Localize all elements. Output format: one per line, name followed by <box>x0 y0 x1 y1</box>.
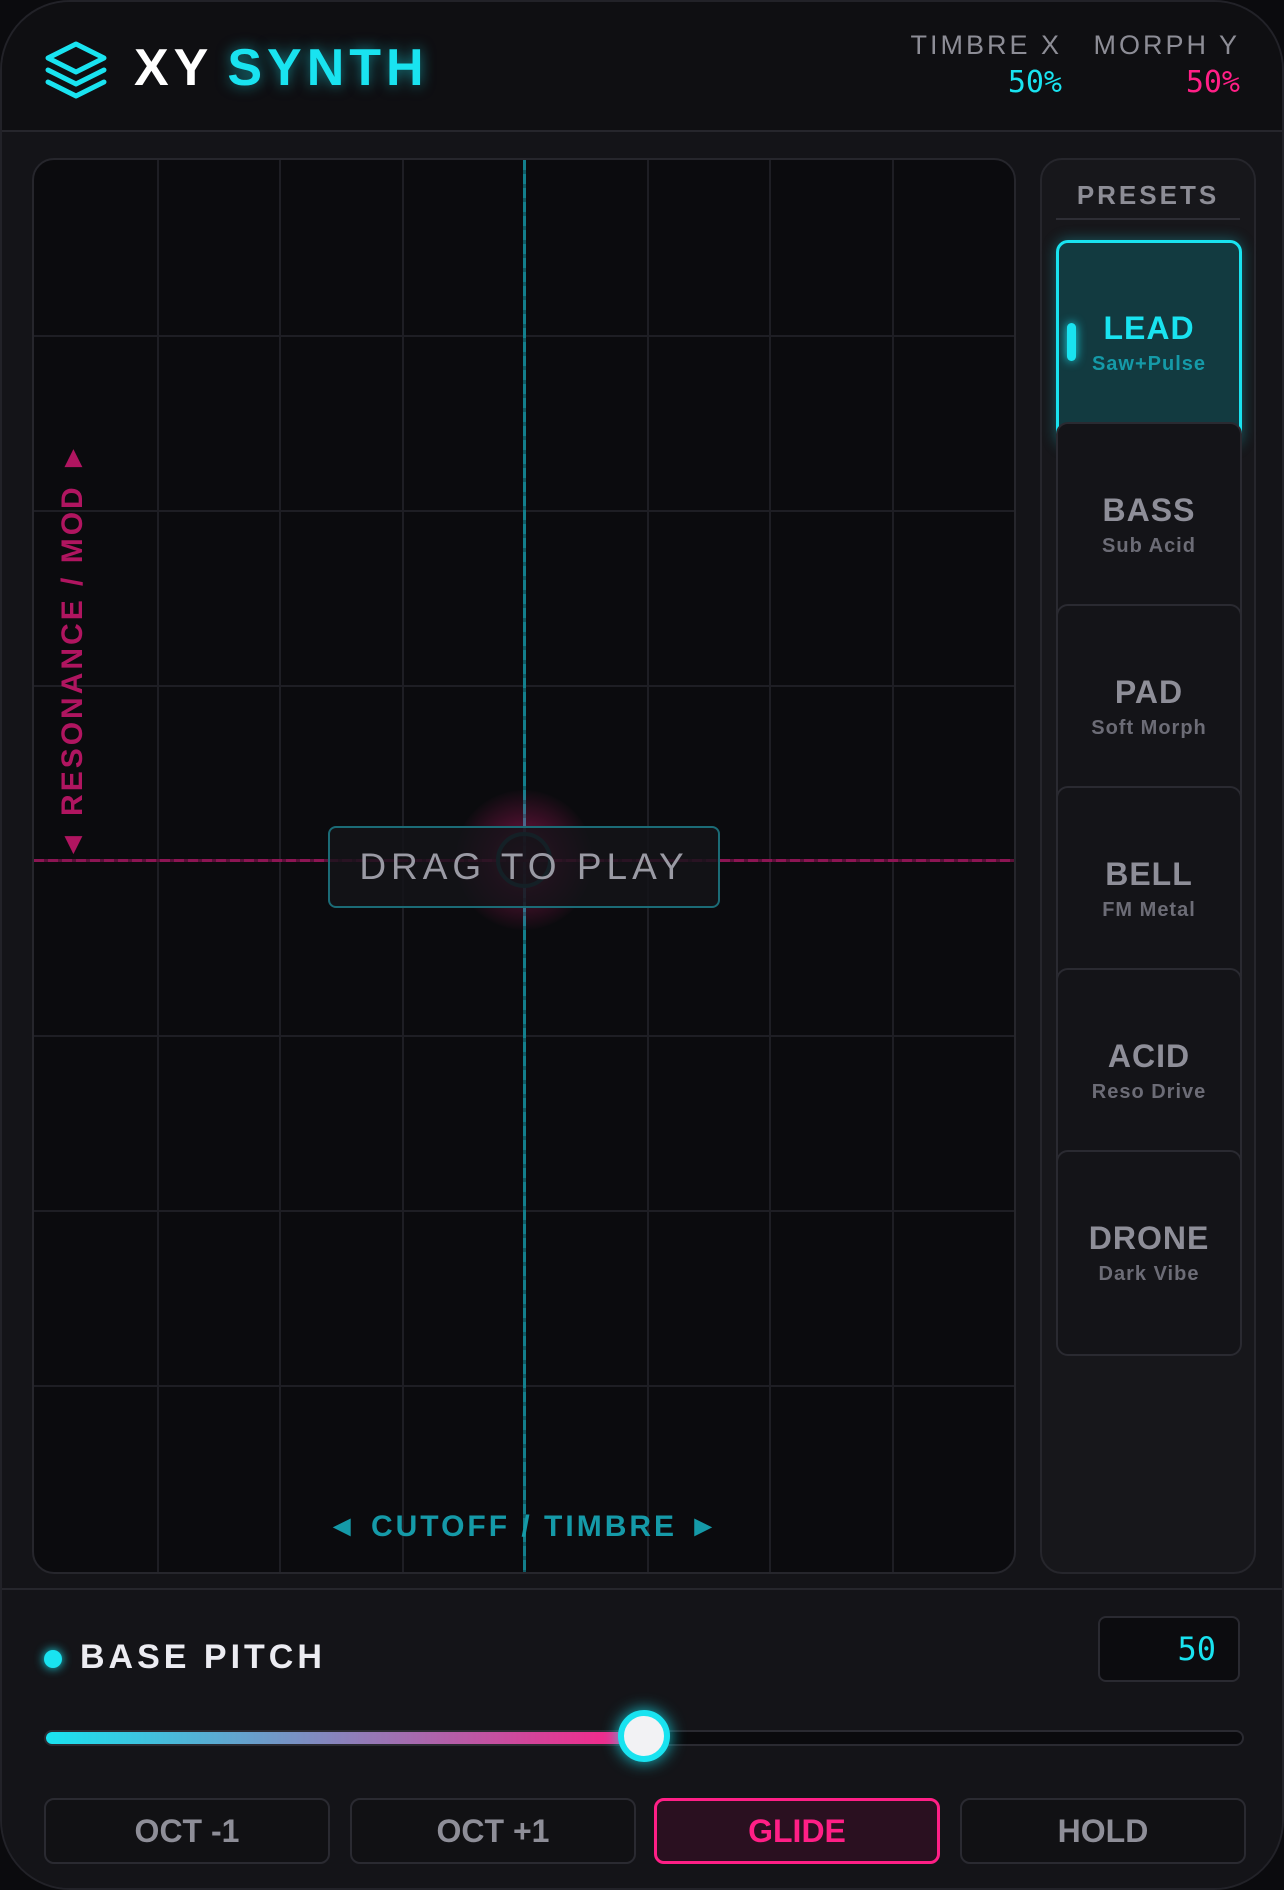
app-title: XY SYNTH <box>134 38 429 98</box>
morph-y-value: 50% <box>1185 65 1240 100</box>
preset-lead[interactable]: LEAD Saw+Pulse <box>1056 240 1242 446</box>
morph-y-label: MORPH Y <box>1093 30 1240 60</box>
preset-name: DRONE <box>1088 1220 1210 1256</box>
oct-down-button[interactable]: OCT -1 <box>44 1798 330 1864</box>
controls-panel: BASE PITCH 50 OCT -1 OCT +1 GLIDE HOLD <box>2 1588 1282 1888</box>
xy-synth-app: XY SYNTH TIMBRE X 50% MORPH Y 50% DRAG TO… <box>0 0 1284 1890</box>
status-dot <box>44 1650 62 1668</box>
preset-subtitle: FM Metal <box>1102 899 1196 921</box>
oct-up-button[interactable]: OCT +1 <box>350 1798 636 1864</box>
preset-name: LEAD <box>1103 310 1195 346</box>
x-axis-label: ◄ CUTOFF / TIMBRE ► <box>326 1510 722 1543</box>
preset-bell[interactable]: BELL FM Metal <box>1056 786 1242 992</box>
preset-subtitle: Saw+Pulse <box>1091 353 1207 375</box>
layers-icon <box>45 41 107 99</box>
presets-title: PRESETS <box>1056 180 1240 220</box>
slider-thumb[interactable] <box>618 1710 670 1762</box>
preset-name: BELL <box>1105 856 1193 892</box>
app-title-synth: SYNTH <box>227 39 429 97</box>
preset-bass[interactable]: BASS Sub Acid <box>1056 422 1242 628</box>
grid-line-vertical <box>769 160 771 1572</box>
preset-acid[interactable]: ACID Reso Drive <box>1056 968 1242 1174</box>
timbre-x-label: TIMBRE X <box>910 30 1062 60</box>
timbre-x-readout: TIMBRE X 50% <box>910 30 1062 100</box>
preset-name: PAD <box>1114 674 1184 710</box>
timbre-x-value: 50% <box>1007 65 1062 100</box>
grid-line-vertical <box>156 160 159 1572</box>
grid-line-vertical <box>279 160 281 1572</box>
glide-button[interactable]: GLIDE <box>654 1798 940 1864</box>
active-indicator <box>1067 323 1076 361</box>
app-title-xy: XY <box>134 39 214 97</box>
y-axis-label: ◄ RESONANCE / MOD ► <box>56 440 89 860</box>
drag-to-play-hint: DRAG TO PLAY <box>328 826 720 908</box>
preset-subtitle: Soft Morph <box>1091 717 1207 739</box>
slider-fill <box>46 1732 644 1744</box>
presets-panel: PRESETS LEAD Saw+Pulse BASS Sub Acid PAD… <box>1040 158 1256 1574</box>
header: XY SYNTH TIMBRE X 50% MORPH Y 50% <box>2 2 1282 132</box>
preset-drone[interactable]: DRONE Dark Vibe <box>1056 1150 1242 1356</box>
preset-subtitle: Reso Drive <box>1091 1081 1207 1103</box>
hold-button[interactable]: HOLD <box>960 1798 1246 1864</box>
base-pitch-value[interactable]: 50 <box>1098 1616 1240 1682</box>
preset-subtitle: Sub Acid <box>1102 535 1196 557</box>
grid-line-vertical <box>891 160 894 1572</box>
xy-pad[interactable]: DRAG TO PLAY ◄ CUTOFF / TIMBRE ► ◄ RESON… <box>32 158 1016 1574</box>
preset-name: BASS <box>1102 492 1196 528</box>
preset-pad[interactable]: PAD Soft Morph <box>1056 604 1242 810</box>
preset-subtitle: Dark Vibe <box>1098 1263 1200 1285</box>
preset-name: ACID <box>1107 1038 1191 1074</box>
morph-y-readout: MORPH Y 50% <box>1093 30 1240 100</box>
base-pitch-slider[interactable] <box>44 1710 1244 1762</box>
base-pitch-label: BASE PITCH <box>80 1638 326 1676</box>
